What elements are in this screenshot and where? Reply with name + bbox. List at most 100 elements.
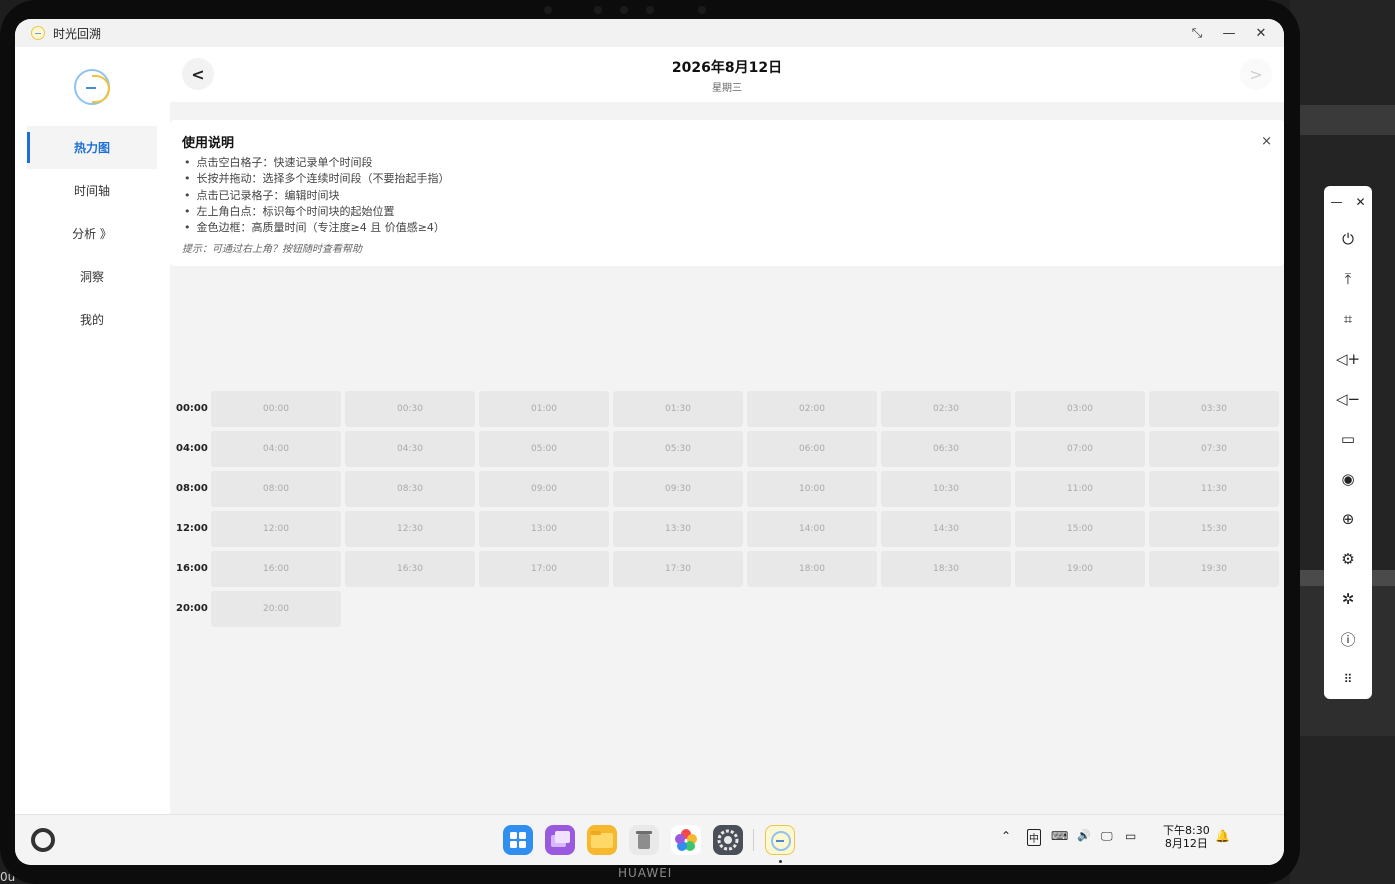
restore-icon[interactable]: ⤡ [1188, 26, 1206, 41]
heatmap-cell[interactable]: 07:00 [1015, 431, 1145, 467]
heatmap-cell[interactable]: 05:00 [479, 431, 609, 467]
date-header: 2026年8月12日 星期三 < > [170, 47, 1284, 102]
settings-icon[interactable]: ⚙ [1338, 549, 1358, 569]
heatmap-cell[interactable]: 11:30 [1149, 471, 1279, 507]
heatmap-cell[interactable]: 08:30 [345, 471, 475, 507]
sensor-dot [620, 6, 628, 14]
sidebar: 热力图 时间轴 分析 》 洞察 我的 [15, 47, 170, 814]
clock-time: 下午8:30 [1163, 824, 1210, 837]
next-day-button[interactable]: > [1240, 58, 1272, 90]
heatmap-cell[interactable]: 05:30 [613, 431, 743, 467]
heatmap-cell[interactable]: 02:00 [747, 391, 877, 427]
gallery-icon[interactable] [671, 825, 701, 855]
running-indicator [779, 860, 782, 863]
heatmap-cell[interactable]: 20:00 [211, 591, 341, 627]
clock-date: 8月12日 [1164, 837, 1208, 850]
heatmap-cell[interactable]: 09:00 [479, 471, 609, 507]
heatmap-cell[interactable]: 12:30 [345, 511, 475, 547]
heatmap-cell[interactable]: 06:30 [881, 431, 1011, 467]
help-item: 点击已记录格子：编辑时间块 [184, 188, 450, 204]
current-date: 2026年8月12日 [671, 60, 783, 76]
sidebar-item-profile[interactable]: 我的 [27, 298, 157, 341]
minimize-icon[interactable]: — [1220, 26, 1238, 41]
heatmap-cell[interactable]: 10:30 [881, 471, 1011, 507]
heatmap-cell[interactable]: 10:00 [747, 471, 877, 507]
heatmap-cell[interactable]: 13:00 [479, 511, 609, 547]
row-time-label: 04:00 [176, 443, 208, 454]
previous-day-button[interactable]: < [182, 58, 214, 90]
heatmap-cell[interactable]: 00:00 [211, 391, 341, 427]
heatmap-cell[interactable]: 19:30 [1149, 551, 1279, 587]
heatmap-cell[interactable]: 19:00 [1015, 551, 1145, 587]
heatmap-cell[interactable]: 06:00 [747, 431, 877, 467]
heatmap-cell[interactable]: 01:00 [479, 391, 609, 427]
broadcast-icon[interactable]: ◉ [1338, 469, 1358, 489]
heatmap-cell[interactable]: 16:00 [211, 551, 341, 587]
window-titlebar: 时光回溯 ⤡ — ✕ [15, 19, 1284, 47]
settings-icon[interactable] [713, 825, 743, 855]
heatmap-cell[interactable]: 02:30 [881, 391, 1011, 427]
sensor-dot [594, 6, 602, 14]
crop-icon[interactable]: ⌗ [1338, 309, 1358, 329]
trash-icon[interactable] [629, 825, 659, 855]
heatmap-cell[interactable]: 01:30 [613, 391, 743, 427]
panel-close-icon[interactable]: ✕ [1355, 195, 1365, 209]
sidebar-item-insights[interactable]: 洞察 [27, 255, 157, 298]
app-grid-icon[interactable] [503, 825, 533, 855]
battery-icon[interactable]: ▭ [1125, 829, 1136, 843]
heatmap-cell[interactable]: 15:30 [1149, 511, 1279, 547]
heatmap-cell[interactable]: 12:00 [211, 511, 341, 547]
control-panel: — ✕ ⏻ ⤒ ⌗ ◁+ ◁− ▭ ◉ ⊕ ⚙ ✲ ⓘ ⠿ [1324, 186, 1372, 699]
heatmap-cell[interactable]: 16:30 [345, 551, 475, 587]
sidebar-item-timeline[interactable]: 时间轴 [27, 169, 157, 212]
heatmap-cell[interactable]: 08:00 [211, 471, 341, 507]
current-weekday: 星期三 [712, 83, 742, 94]
keyboard-icon[interactable]: ⌨ [1051, 829, 1068, 843]
chevron-up-icon[interactable]: ⌃ [1001, 829, 1011, 843]
heatmap-cell[interactable]: 03:00 [1015, 391, 1145, 427]
heatmap-row: 00:00 00:00 00:30 01:00 01:30 02:00 02:30 03:00… [170, 391, 1284, 427]
heatmap-cell[interactable]: 17:00 [479, 551, 609, 587]
notification-bell-icon[interactable]: 🔔 [1215, 829, 1230, 843]
heatmap-cell[interactable]: 15:00 [1015, 511, 1145, 547]
ime-indicator[interactable]: 中 [1027, 829, 1041, 846]
heatmap-cell[interactable]: 00:30 [345, 391, 475, 427]
start-button[interactable] [31, 828, 55, 852]
heatmap-cell[interactable]: 11:00 [1015, 471, 1145, 507]
heatmap-cell[interactable]: 18:00 [747, 551, 877, 587]
heatmap-cell[interactable]: 18:30 [881, 551, 1011, 587]
time-recall-icon[interactable] [765, 825, 795, 855]
info-icon[interactable]: ⓘ [1338, 629, 1358, 649]
clock[interactable]: 下午8:30 8月12日 [1163, 824, 1210, 850]
keyboard-icon[interactable]: ⠿ [1338, 669, 1358, 689]
sidebar-item-heatmap[interactable]: 热力图 [27, 126, 157, 169]
heatmap-cell[interactable]: 09:30 [613, 471, 743, 507]
battery-icon[interactable]: ▭ [1338, 429, 1358, 449]
volume-down-icon[interactable]: ◁− [1336, 389, 1360, 409]
sidebar-item-analysis[interactable]: 分析 》 [27, 212, 157, 255]
heatmap-cell[interactable]: 14:30 [881, 511, 1011, 547]
row-time-label: 20:00 [176, 603, 208, 614]
heatmap-cell[interactable]: 13:30 [613, 511, 743, 547]
multitask-icon[interactable] [545, 825, 575, 855]
heatmap-cell[interactable]: 04:30 [345, 431, 475, 467]
camera-dot [646, 6, 654, 14]
globe-icon[interactable]: ⊕ [1338, 509, 1358, 529]
display-icon[interactable]: 🖵 [1101, 829, 1113, 844]
close-icon[interactable]: ✕ [1252, 26, 1270, 41]
volume-icon[interactable]: 🔊 [1077, 829, 1091, 842]
heatmap-cell[interactable]: 04:00 [211, 431, 341, 467]
volume-up-icon[interactable]: ◁+ [1336, 349, 1360, 369]
heatmap-cell[interactable]: 14:00 [747, 511, 877, 547]
bug-icon[interactable]: ✲ [1338, 589, 1358, 609]
files-icon[interactable] [587, 825, 617, 855]
heatmap-cell[interactable]: 17:30 [613, 551, 743, 587]
panel-minimize-icon[interactable]: — [1330, 195, 1342, 209]
sensor-dot [544, 6, 552, 14]
upload-icon[interactable]: ⤒ [1338, 269, 1358, 289]
heatmap-cell[interactable]: 03:30 [1149, 391, 1279, 427]
control-panel-header: — ✕ [1324, 192, 1372, 212]
help-close-button[interactable]: × [1261, 134, 1272, 149]
power-icon[interactable]: ⏻ [1338, 229, 1358, 249]
heatmap-cell[interactable]: 07:30 [1149, 431, 1279, 467]
